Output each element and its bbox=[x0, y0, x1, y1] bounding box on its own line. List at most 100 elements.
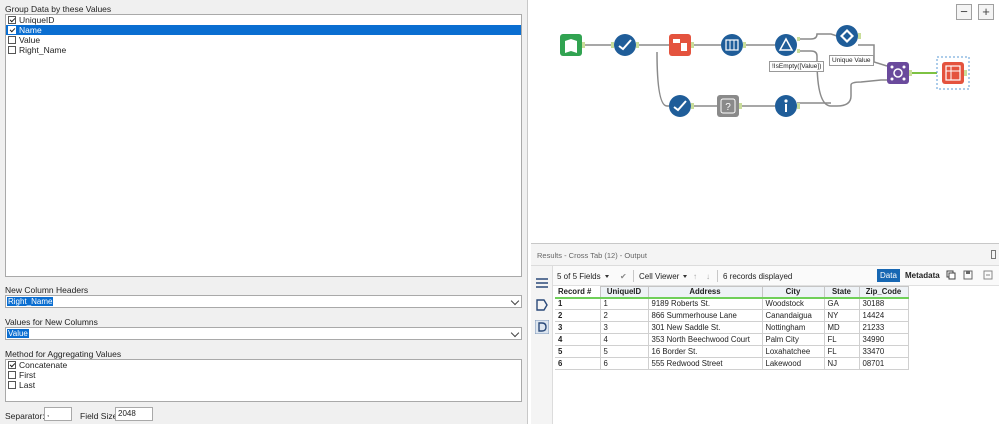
cell-zip[interactable]: 08701 bbox=[858, 357, 909, 370]
cell-zip[interactable]: 30188 bbox=[858, 296, 909, 310]
cell-viewer-label: Cell Viewer bbox=[639, 272, 680, 281]
cell-zip[interactable]: 21233 bbox=[858, 321, 909, 334]
cell-uniqueid[interactable]: 1 bbox=[599, 296, 649, 310]
checkmark-icon[interactable]: ✔ bbox=[620, 272, 627, 281]
cell-address[interactable]: 9189 Roberts St. bbox=[647, 296, 763, 310]
cell-address[interactable]: 16 Border St. bbox=[647, 345, 763, 358]
new-columns-dropdown[interactable]: Value bbox=[5, 327, 522, 340]
results-toolbar: 5 of 5 Fields ✔ Cell Viewer ↑ ↓ 6 record… bbox=[553, 266, 999, 286]
transpose-tool[interactable] bbox=[669, 34, 691, 56]
cell-state[interactable]: FL bbox=[823, 345, 860, 358]
checkbox-uniqueid[interactable] bbox=[8, 16, 16, 24]
select-tool[interactable] bbox=[614, 34, 636, 56]
workflow-diagram: ? bbox=[560, 25, 970, 117]
cell-uniqueid[interactable]: 5 bbox=[599, 345, 649, 358]
results-sidebar bbox=[531, 266, 553, 424]
cell-city[interactable]: Canandaigua bbox=[761, 309, 825, 322]
cell-city[interactable]: Palm City bbox=[761, 333, 825, 346]
cell-address[interactable]: 555 Redwood Street bbox=[647, 357, 763, 370]
method-item-last[interactable]: Last bbox=[6, 380, 521, 390]
cell-city[interactable]: Woodstock bbox=[761, 296, 825, 310]
anchor-output-icon[interactable] bbox=[535, 298, 549, 312]
column-headers-dropdown[interactable]: Right_Name bbox=[5, 295, 522, 308]
join-multiple-tool[interactable] bbox=[887, 62, 909, 84]
record-number: 5 bbox=[555, 345, 601, 358]
select-tool-2[interactable] bbox=[669, 95, 691, 117]
toolbar-divider bbox=[717, 270, 718, 282]
cell-state[interactable]: GA bbox=[823, 296, 860, 310]
cell-address[interactable]: 301 New Saddle St. bbox=[647, 321, 763, 334]
chevron-down-icon[interactable] bbox=[510, 328, 520, 338]
cell-uniqueid[interactable]: 4 bbox=[599, 333, 649, 346]
cell-viewer-dropdown[interactable]: Cell Viewer bbox=[639, 272, 688, 281]
group-item-name[interactable]: Name bbox=[6, 25, 521, 35]
group-item-uniqueid[interactable]: UniqueID bbox=[6, 15, 521, 25]
table-row[interactable]: 4 4 353 North Beechwood Court Palm City FL 34… bbox=[555, 333, 909, 346]
pin-icon[interactable] bbox=[991, 250, 996, 259]
checkbox-last[interactable] bbox=[8, 381, 16, 389]
copy-icon[interactable] bbox=[946, 270, 956, 282]
filter-tool[interactable] bbox=[775, 34, 797, 56]
input-data-tool[interactable] bbox=[560, 34, 582, 56]
output-d-icon[interactable] bbox=[535, 320, 549, 334]
table-row[interactable]: 3 3 301 New Saddle St. Nottingham MD 21233 bbox=[555, 321, 909, 334]
cell-city[interactable]: Loxahatchee bbox=[761, 345, 825, 358]
header-address[interactable]: Address bbox=[647, 286, 763, 298]
cell-state[interactable]: FL bbox=[823, 333, 860, 346]
aggregate-method-list[interactable]: Concatenate First Last bbox=[5, 359, 522, 402]
cell-uniqueid[interactable]: 6 bbox=[599, 357, 649, 370]
records-count: 6 records displayed bbox=[723, 272, 793, 281]
cell-zip[interactable]: 14424 bbox=[858, 309, 909, 322]
group-by-list[interactable]: UniqueID Name Value Right_Name bbox=[5, 14, 522, 277]
dynamic-input-tool[interactable]: ? bbox=[717, 95, 739, 117]
group-item-right-name[interactable]: Right_Name bbox=[6, 45, 521, 55]
text-to-columns-tool[interactable] bbox=[721, 34, 743, 56]
cell-state[interactable]: NY bbox=[823, 309, 860, 322]
chevron-down-icon[interactable] bbox=[510, 296, 520, 306]
table-row[interactable]: 5 5 16 Border St. Loxahatchee FL 33470 bbox=[555, 345, 909, 358]
svg-text:?: ? bbox=[725, 102, 731, 113]
cell-address[interactable]: 353 North Beechwood Court bbox=[647, 333, 763, 346]
field-size-input[interactable]: 2048 bbox=[115, 407, 153, 421]
checkbox-value[interactable] bbox=[8, 36, 16, 44]
cell-zip[interactable]: 33470 bbox=[858, 345, 909, 358]
table-view-icon[interactable] bbox=[535, 276, 549, 290]
method-item-concatenate[interactable]: Concatenate bbox=[6, 360, 521, 370]
table-row[interactable]: 1 1 9189 Roberts St. Woodstock GA 30188 bbox=[555, 296, 909, 310]
cell-uniqueid[interactable]: 2 bbox=[599, 309, 649, 322]
header-record-number[interactable]: Record # bbox=[555, 286, 601, 298]
method-item-first[interactable]: First bbox=[6, 370, 521, 380]
cell-city[interactable]: Lakewood bbox=[761, 357, 825, 370]
header-uniqueid[interactable]: UniqueID bbox=[599, 286, 649, 298]
group-item-value[interactable]: Value bbox=[6, 35, 521, 45]
arrow-up-icon[interactable]: ↑ bbox=[693, 272, 697, 281]
checkbox-right-name[interactable] bbox=[8, 46, 16, 54]
save-icon[interactable] bbox=[963, 270, 973, 282]
cell-state[interactable]: NJ bbox=[823, 357, 860, 370]
cell-state[interactable]: MD bbox=[823, 321, 860, 334]
cell-uniqueid[interactable]: 3 bbox=[599, 321, 649, 334]
header-zip-code[interactable]: Zip_Code bbox=[858, 286, 909, 298]
checkbox-name[interactable] bbox=[8, 26, 16, 34]
unique-tool[interactable] bbox=[836, 25, 858, 47]
cell-zip[interactable]: 34990 bbox=[858, 333, 909, 346]
record-number: 3 bbox=[555, 321, 601, 334]
minimize-icon[interactable] bbox=[983, 270, 993, 282]
table-row[interactable]: 2 2 866 Summerhouse Lane Canandaigua NY 14424 bbox=[555, 309, 909, 322]
cell-city[interactable]: Nottingham bbox=[761, 321, 825, 334]
tab-metadata[interactable]: Metadata bbox=[902, 269, 943, 282]
separator-input[interactable]: , bbox=[44, 407, 72, 421]
table-row[interactable]: 6 6 555 Redwood Street Lakewood NJ 08701 bbox=[555, 357, 909, 370]
arrow-down-icon[interactable]: ↓ bbox=[706, 272, 710, 281]
separator-label: Separator: bbox=[5, 411, 45, 421]
fields-selector[interactable]: 5 of 5 Fields bbox=[557, 272, 609, 281]
formula-tool[interactable] bbox=[775, 95, 797, 117]
group-item-label: UniqueID bbox=[19, 15, 55, 25]
workflow-canvas[interactable]: − + ? !IsEmpty([Value]) Unique Value bbox=[531, 0, 999, 243]
checkbox-concatenate[interactable] bbox=[8, 361, 16, 369]
tab-data[interactable]: Data bbox=[877, 269, 900, 282]
checkbox-first[interactable] bbox=[8, 371, 16, 379]
cell-address[interactable]: 866 Summerhouse Lane bbox=[647, 309, 763, 322]
header-state[interactable]: State bbox=[823, 286, 860, 298]
header-city[interactable]: City bbox=[761, 286, 825, 298]
